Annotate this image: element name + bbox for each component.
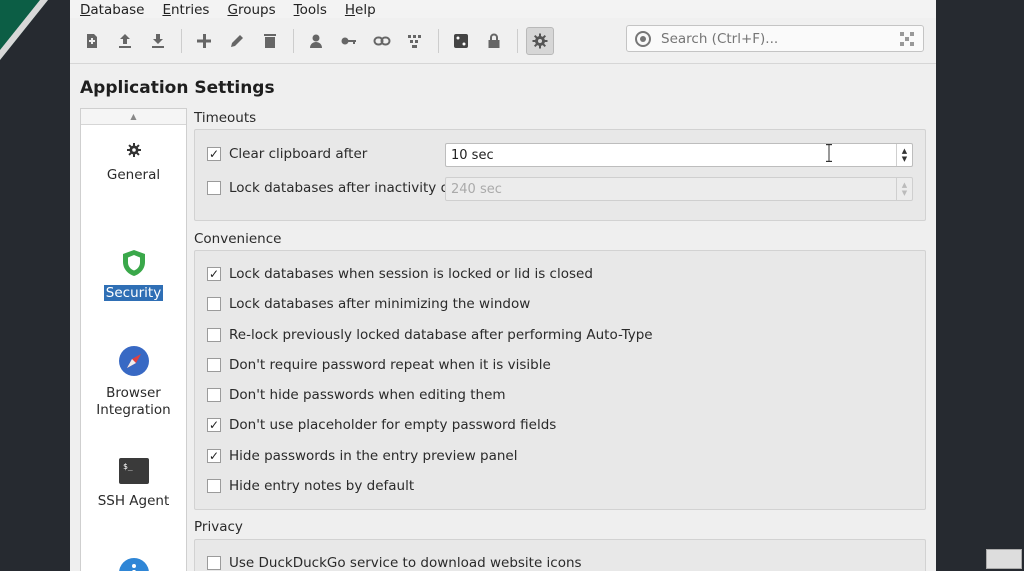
category-label: General [106, 167, 161, 183]
option-label: Hide passwords in the entry preview pane… [229, 448, 518, 464]
save-database-icon[interactable] [144, 27, 172, 55]
search-box[interactable] [626, 25, 924, 52]
menu-entries[interactable]: Entries [162, 2, 209, 18]
menu-tools[interactable]: Tools [294, 2, 327, 18]
gear-icon [126, 143, 141, 157]
convenience-group: ✓ Lock databases when session is locked … [194, 250, 926, 510]
lock-inactivity-value [446, 178, 886, 200]
convenience-option[interactable]: ✓ Lock databases when session is locked … [207, 266, 593, 282]
option-label: Lock databases after minimizing the wind… [229, 296, 531, 312]
option-label: Don't require password repeat when it is… [229, 357, 551, 373]
toolbar-separator [517, 28, 518, 53]
compass-icon [118, 346, 149, 376]
option-checkbox[interactable]: ✓ [207, 267, 221, 281]
clear-clipboard-label: Clear clipboard after [229, 146, 368, 162]
lock-inactivity-option[interactable]: Lock databases after inactivity of [207, 180, 454, 196]
open-database-icon[interactable] [111, 27, 139, 55]
category-label: SSH Agent [97, 493, 170, 509]
convenience-option[interactable]: ✓ Don't use placeholder for empty passwo… [207, 417, 556, 433]
lock-inactivity-spinbox: ▲▼ [445, 177, 913, 201]
category-security[interactable]: Security [81, 249, 186, 301]
settings-category-list: ▲ General Security Browser Integration $… [80, 108, 187, 571]
menu-groups[interactable]: Groups [227, 2, 275, 18]
menu-database[interactable]: Database [80, 2, 144, 18]
copy-url-icon[interactable] [368, 27, 396, 55]
search-options-icon[interactable] [899, 31, 915, 47]
text-cursor-icon [826, 144, 832, 162]
option-label: Lock databases when session is locked or… [229, 266, 593, 282]
category-info[interactable] [81, 557, 186, 571]
menu-help[interactable]: Help [345, 2, 376, 18]
menu-bar: Database Entries Groups Tools Help [70, 0, 936, 18]
spinbox-arrows: ▲ ▼ [896, 178, 912, 200]
copy-username-icon[interactable] [302, 27, 330, 55]
timeouts-group: ✓ Clear clipboard after ▲▼ Lock database… [194, 129, 926, 221]
scroll-up-button[interactable]: ▲ [81, 109, 186, 125]
category-browser-integration[interactable]: Browser Integration [81, 345, 186, 419]
timeouts-group-title: Timeouts [194, 110, 257, 126]
convenience-option[interactable]: Don't require password repeat when it is… [207, 357, 551, 373]
spin-up-icon: ▲ [901, 181, 908, 189]
add-entry-icon[interactable] [190, 27, 218, 55]
page-title: Application Settings [80, 78, 275, 98]
option-label: Hide entry notes by default [229, 478, 415, 494]
info-icon [118, 558, 149, 571]
edit-entry-icon[interactable] [223, 27, 251, 55]
password-generator-icon[interactable] [447, 27, 475, 55]
option-label: Re-lock previously locked database after… [229, 327, 653, 343]
terminal-icon: $_ [118, 458, 149, 484]
toolbar-separator [438, 28, 439, 53]
option-label: Don't hide passwords when editing them [229, 387, 506, 403]
option-label: Use DuckDuckGo service to download websi… [229, 555, 582, 571]
delete-entry-icon[interactable] [256, 27, 284, 55]
app-window: Database Entries Groups Tools Help Searc… [70, 0, 936, 571]
spinbox-arrows[interactable]: ▲ ▼ [896, 144, 912, 166]
toolbar-separator [181, 28, 182, 53]
option-checkbox[interactable] [207, 328, 221, 342]
spin-down-icon[interactable]: ▼ [902, 155, 907, 163]
option-checkbox[interactable] [207, 388, 221, 402]
category-label: Security [103, 285, 164, 301]
clear-clipboard-spinbox[interactable]: ▲▼ [445, 143, 913, 167]
convenience-option[interactable]: Lock databases after minimizing the wind… [207, 296, 530, 312]
privacy-option[interactable]: Use DuckDuckGo service to download websi… [207, 555, 582, 571]
convenience-option[interactable]: Hide entry notes by default [207, 478, 414, 494]
clear-clipboard-option[interactable]: ✓ Clear clipboard after [207, 146, 367, 162]
lock-database-icon[interactable] [480, 27, 508, 55]
shield-icon [122, 250, 145, 276]
option-label: Don't use placeholder for empty password… [229, 417, 557, 433]
settings-icon[interactable] [526, 26, 554, 55]
new-database-icon[interactable] [78, 27, 106, 55]
lock-inactivity-label: Lock databases after inactivity of [229, 180, 454, 196]
option-checkbox[interactable] [207, 479, 221, 493]
chevron-up-icon: ▲ [130, 112, 137, 121]
channel-watermark-logo [986, 549, 1022, 569]
category-general[interactable]: General [81, 141, 186, 183]
convenience-group-title: Convenience [194, 231, 282, 247]
clear-clipboard-checkbox[interactable]: ✓ [207, 147, 221, 161]
clear-clipboard-value[interactable] [446, 144, 886, 166]
lock-inactivity-checkbox[interactable] [207, 181, 221, 195]
svg-text:$_: $_ [123, 462, 133, 471]
convenience-option[interactable]: Re-lock previously locked database after… [207, 327, 653, 343]
category-ssh-agent[interactable]: $_ SSH Agent [81, 457, 186, 509]
option-checkbox[interactable] [207, 358, 221, 372]
convenience-option[interactable]: Don't hide passwords when editing them [207, 387, 506, 403]
privacy-group-title: Privacy [194, 519, 243, 535]
autotype-icon[interactable] [401, 27, 429, 55]
spin-up-icon[interactable]: ▲ [902, 147, 907, 155]
option-checkbox[interactable]: ✓ [207, 449, 221, 463]
convenience-option[interactable]: ✓ Hide passwords in the entry preview pa… [207, 448, 517, 464]
copy-password-icon[interactable] [335, 27, 363, 55]
category-label: Browser Integration [96, 385, 171, 418]
toolbar-separator [293, 28, 294, 53]
search-input[interactable] [661, 30, 891, 47]
option-checkbox[interactable] [207, 297, 221, 311]
option-checkbox[interactable]: ✓ [207, 418, 221, 432]
search-icon [635, 30, 651, 47]
option-checkbox[interactable] [207, 556, 221, 570]
privacy-group: Use DuckDuckGo service to download websi… [194, 539, 926, 571]
spin-down-icon: ▼ [901, 189, 908, 197]
